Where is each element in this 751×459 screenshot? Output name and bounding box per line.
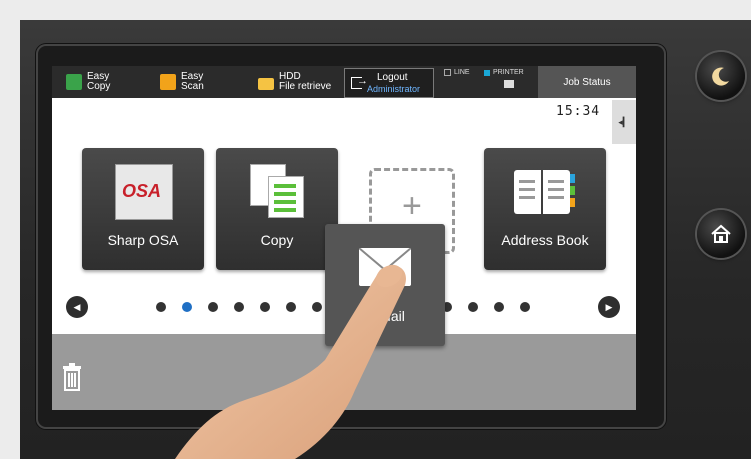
- easy-copy-button[interactable]: Easy Copy: [66, 70, 110, 94]
- easy-scan-icon: [160, 74, 176, 90]
- folder-icon: [258, 78, 274, 90]
- line-indicator: LINE: [444, 69, 470, 76]
- sleep-button[interactable]: [697, 52, 745, 100]
- job-status-button[interactable]: Job Status: [538, 66, 636, 98]
- next-page-button[interactable]: ▶: [598, 296, 620, 318]
- hdd-file-retrieve-button[interactable]: HDD File retrieve: [258, 70, 331, 94]
- osa-logo-text: OSA: [122, 181, 162, 201]
- printer-indicator: PRINTER: [484, 69, 524, 76]
- trash-icon[interactable]: [62, 362, 82, 392]
- easy-scan-line2: Scan: [181, 81, 204, 92]
- hdd-line2: File retrieve: [279, 81, 332, 92]
- finger-hand-image: [175, 264, 406, 459]
- sharp-osa-logo: OSA: [115, 164, 173, 220]
- address-book-icon: [514, 170, 575, 214]
- easy-copy-icon: [66, 74, 82, 90]
- logged-in-user: Administrator: [367, 84, 421, 94]
- collapse-panel-button[interactable]: ◂▎: [612, 100, 636, 144]
- logout-button[interactable]: → Logout Administrator: [344, 68, 434, 98]
- tile-address-book[interactable]: Address Book: [484, 148, 606, 270]
- printer-label: PRINTER: [493, 69, 524, 76]
- page-dot[interactable]: [494, 302, 504, 312]
- line-status-icon: [444, 69, 451, 76]
- home-button[interactable]: [697, 210, 745, 258]
- easy-copy-line2: Copy: [87, 81, 111, 92]
- plus-icon: +: [402, 187, 422, 225]
- page-dot[interactable]: [468, 302, 478, 312]
- page-dot[interactable]: [520, 302, 530, 312]
- printer-status-icon: [484, 69, 490, 76]
- clock: 15:34: [556, 104, 601, 119]
- printer-icon: [504, 80, 514, 88]
- tile-label: Address Book: [501, 232, 589, 248]
- page-dot[interactable]: [156, 302, 166, 312]
- previous-page-button[interactable]: ◀: [66, 296, 88, 318]
- top-bar: Easy Copy Easy Scan HDD File retrieve → …: [52, 66, 636, 98]
- home-icon: [711, 224, 731, 243]
- line-label: LINE: [454, 69, 470, 76]
- easy-scan-button[interactable]: Easy Scan: [160, 70, 204, 94]
- logout-label: Logout: [377, 72, 408, 83]
- moon-icon: [712, 67, 729, 86]
